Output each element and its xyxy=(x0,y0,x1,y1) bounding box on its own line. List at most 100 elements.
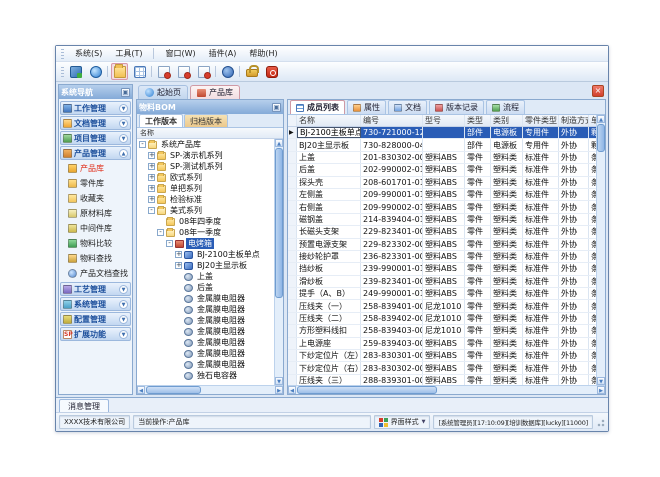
table-hscroll-thumb[interactable] xyxy=(297,386,437,394)
expander-minus-icon[interactable]: - xyxy=(139,141,146,148)
tab-working-version[interactable]: 工作版本 xyxy=(139,114,183,127)
expander-plus-icon[interactable]: + xyxy=(148,174,155,181)
tree-vertical-scrollbar[interactable]: ▲ ▼ xyxy=(274,139,283,385)
expander-plus-icon[interactable]: + xyxy=(148,185,155,192)
column-header[interactable]: 型号 xyxy=(423,115,465,126)
column-header[interactable]: 单位 xyxy=(589,115,596,126)
doc-open-button[interactable] xyxy=(175,63,192,80)
table-row[interactable]: 压线夹（三）288-839301-00X塑料ABS零件塑料类标准件外协条 xyxy=(288,375,596,385)
scroll-up-icon[interactable]: ▲ xyxy=(275,139,283,147)
sidebar-group-extension-functions[interactable]: SP扩展功能▼ xyxy=(60,327,131,341)
tree-node[interactable]: 金属膜电阻器 xyxy=(137,337,274,348)
chevron-down-icon[interactable]: ▼ xyxy=(119,104,128,113)
table-row[interactable]: 下纱定位片（右）283-830302-00X塑料ABS零件塑料类标准件外协条 xyxy=(288,362,596,374)
tab-workflow[interactable]: 流程 xyxy=(486,100,525,114)
column-header[interactable]: 制造方式 xyxy=(559,115,589,126)
menu-item-4[interactable]: 插件(A) xyxy=(207,47,239,60)
table-row[interactable]: 磁钢盖214-839404-01X塑料ABS零件塑料类标准件外协条 xyxy=(288,214,596,226)
sidebar-group-process-management[interactable]: 工艺管理▼ xyxy=(60,282,131,296)
sidebar-group-system-management[interactable]: 系统管理▼ xyxy=(60,297,131,311)
sidebar-group-project-management[interactable]: 项目管理▼ xyxy=(60,131,131,145)
table-row[interactable]: 压线夹（二）258-839402-00X尼龙1010零件塑料类标准件外协条 xyxy=(288,313,596,325)
table-vscroll-thumb[interactable] xyxy=(597,124,605,152)
scroll-left-icon[interactable]: ◀ xyxy=(137,386,145,394)
chevron-down-icon[interactable]: ▼ xyxy=(119,119,128,128)
tab-properties[interactable]: 属性 xyxy=(347,100,386,114)
sidebar-item-raw-material-library[interactable]: 原材料库 xyxy=(60,206,131,221)
table-row[interactable]: 左侧盖209-990001-01X塑料ABS零件塑料类标准件外协条 xyxy=(288,189,596,201)
menu-item-2[interactable]: 工具(T) xyxy=(113,47,144,60)
scroll-right-icon[interactable]: ▶ xyxy=(597,386,605,394)
table-row[interactable]: 下纱定位片（左）283-830301-00X塑料ABS零件塑料类标准件外协条 xyxy=(288,350,596,362)
menu-item-1[interactable]: 系统(S) xyxy=(73,47,104,60)
sidebar-pin-icon[interactable]: ▣ xyxy=(121,88,130,97)
menu-item-3[interactable]: 窗口(W) xyxy=(163,47,197,60)
sidebar-item-parts-library[interactable]: 零件库 xyxy=(60,176,131,191)
table-row[interactable]: 上盖201-830302-00X塑料ABS零件塑料类标准件外协条 xyxy=(288,152,596,164)
tree-node[interactable]: +单把系列 xyxy=(137,183,274,194)
table-row[interactable]: 滑纱板239-823401-00X塑料ABS零件塑料类标准件外协条 xyxy=(288,276,596,288)
tree-node[interactable]: 08年四季度 xyxy=(137,216,274,227)
tree-node[interactable]: +检验标准 xyxy=(137,194,274,205)
tree-node[interactable]: +BJ-2100主板单点 xyxy=(137,249,274,260)
scroll-down-icon[interactable]: ▼ xyxy=(275,377,283,385)
tree-node[interactable]: -08年一季度 xyxy=(137,227,274,238)
tab-start-page[interactable]: 起始页 xyxy=(138,85,188,99)
tree-node[interactable]: +SP-测试机系列 xyxy=(137,161,274,172)
tree-node[interactable]: +BJ20主显示板 xyxy=(137,260,274,271)
scroll-left-icon[interactable]: ◀ xyxy=(288,386,296,394)
close-icon[interactable]: × xyxy=(592,85,604,97)
expander-plus-icon[interactable]: + xyxy=(148,152,155,159)
table-row[interactable]: 挡纱板239-990001-01X塑料ABS零件塑料类标准件外协条 xyxy=(288,263,596,275)
expander-minus-icon[interactable]: - xyxy=(166,240,173,247)
sidebar-group-config-management[interactable]: 配置管理▼ xyxy=(60,312,131,326)
table-row[interactable]: ▶BJ-2100主板单点730-721000-12X部件电源板专用件外协颗 xyxy=(288,127,596,139)
tree-vscroll-thumb[interactable] xyxy=(275,148,283,298)
doc-close-button[interactable] xyxy=(195,63,212,80)
expander-plus-icon[interactable]: + xyxy=(175,262,182,269)
tree-node[interactable]: 金属膜电阻器 xyxy=(137,348,274,359)
table-row[interactable]: 探头壳208-601701-01X塑料ABS零件塑料类标准件外协条 xyxy=(288,177,596,189)
folder-button[interactable] xyxy=(111,63,128,80)
expander-plus-icon[interactable]: + xyxy=(175,251,182,258)
column-header[interactable]: 编号 xyxy=(361,115,423,126)
tree-node[interactable]: 后盖 xyxy=(137,282,274,293)
tab-member-list[interactable]: 成员列表 xyxy=(290,100,345,114)
table-horizontal-scrollbar[interactable]: ◀ ▶ xyxy=(288,385,605,394)
sidebar-item-product-library[interactable]: 产品库 xyxy=(60,161,131,176)
sidebar-item-product-doc-search[interactable]: 产品文档查找 xyxy=(60,266,131,281)
column-header[interactable]: 零件类型 xyxy=(523,115,559,126)
table-row[interactable]: 长磁头支架229-823401-00X塑料ABS零件塑料类标准件外协条 xyxy=(288,226,596,238)
tab-message-management[interactable]: 消息管理 xyxy=(59,399,109,412)
doc-new-button[interactable] xyxy=(155,63,172,80)
table-row[interactable]: 右侧盖209-990002-01X塑料ABS零件塑料类标准件外协条 xyxy=(288,201,596,213)
expander-plus-icon[interactable]: + xyxy=(148,163,155,170)
table-row[interactable]: 后盖202-990002-01X塑料ABS零件塑料类标准件外协条 xyxy=(288,164,596,176)
tree-node[interactable]: 金属膜电阻器 xyxy=(137,293,274,304)
sidebar-group-product-management[interactable]: 产品管理▲ xyxy=(60,146,131,160)
tab-product-library[interactable]: 产品库 xyxy=(190,85,240,99)
chevron-down-icon[interactable]: ▼ xyxy=(119,285,128,294)
tree-node[interactable]: 金属膜电阻器 xyxy=(137,315,274,326)
bom-pin-icon[interactable]: ▣ xyxy=(272,103,281,112)
column-header[interactable]: 类型 xyxy=(465,115,491,126)
tree-hscroll-thumb[interactable] xyxy=(146,386,201,394)
sidebar-group-document-management[interactable]: 文档管理▼ xyxy=(60,116,131,130)
globe-button[interactable] xyxy=(87,63,104,80)
table-row[interactable]: 方形塑料线扣258-839403-00X尼龙1010零件塑料类标准件外协条 xyxy=(288,325,596,337)
chevron-down-icon[interactable]: ▼ xyxy=(119,300,128,309)
column-header[interactable]: 类别 xyxy=(491,115,523,126)
tab-documents[interactable]: 文档 xyxy=(388,100,427,114)
tree-column-header[interactable]: 名称 xyxy=(137,128,283,139)
table-vertical-scrollbar[interactable]: ▲ ▼ xyxy=(596,115,605,385)
tree-node[interactable]: 金属膜电阻器 xyxy=(137,326,274,337)
chevron-down-icon[interactable]: ▼ xyxy=(119,315,128,324)
sidebar-group-work-management[interactable]: 工作管理▼ xyxy=(60,101,131,115)
power-button[interactable] xyxy=(263,63,280,80)
tree-node[interactable]: +SP-演示机系列 xyxy=(137,150,274,161)
tree-node[interactable]: -系统产品库 xyxy=(137,139,274,150)
resize-grip[interactable] xyxy=(596,418,605,427)
sidebar-item-material-compare[interactable]: 物料比较 xyxy=(60,236,131,251)
table-row[interactable]: 上电源座259-839403-00X塑料ABS零件塑料类标准件外协条 xyxy=(288,338,596,350)
lock-button[interactable] xyxy=(243,63,260,80)
